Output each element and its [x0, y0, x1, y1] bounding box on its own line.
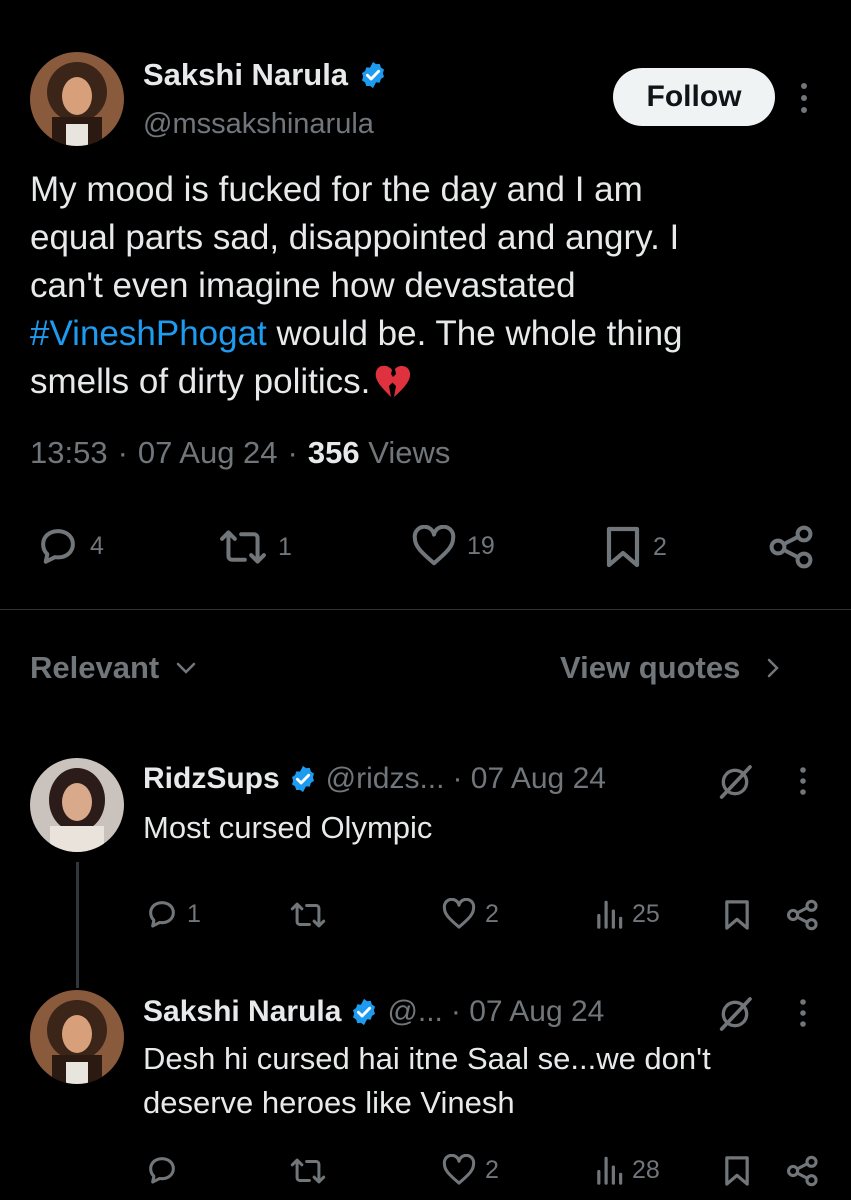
- like-button[interactable]: 19: [411, 525, 495, 567]
- tweet-date[interactable]: 07 Aug 24: [138, 435, 278, 471]
- analytics-icon: [597, 1156, 623, 1185]
- reply-icon: [149, 1157, 175, 1184]
- bookmark-button[interactable]: 2: [603, 525, 667, 569]
- share-icon: [769, 525, 813, 569]
- views-count: 25: [632, 899, 660, 928]
- reply-handle[interactable]: @...: [387, 995, 442, 1029]
- relevant-label: Relevant: [30, 650, 160, 685]
- heart-icon: [442, 1154, 476, 1185]
- tweet-line: #VineshPhogat would be. The whole thing: [30, 310, 830, 358]
- verified-badge-icon: [362, 61, 385, 89]
- reply-line: Desh hi cursed hai itne Saal se...we don…: [143, 1041, 711, 1076]
- tweet-body: My mood is fucked for the day and I am e…: [30, 166, 830, 406]
- bookmark-icon: [725, 900, 749, 930]
- analytics-icon: [597, 900, 623, 929]
- like-count: 2: [485, 1155, 499, 1184]
- tweet-line: smells of dirty politics.: [30, 358, 830, 406]
- like-button[interactable]: 2: [441, 898, 499, 930]
- share-button[interactable]: [768, 524, 816, 575]
- like-count: 2: [485, 899, 499, 928]
- more-options-icon[interactable]: [796, 998, 810, 1033]
- reply-author-name[interactable]: Sakshi Narula: [143, 995, 341, 1029]
- divider: [0, 609, 851, 610]
- reply-handle[interactable]: @ridzs...: [326, 762, 445, 796]
- bookmark-button[interactable]: [722, 1155, 752, 1192]
- reply-count: 1: [187, 899, 201, 928]
- chevron-down-icon: [176, 662, 196, 674]
- author-name[interactable]: Sakshi Narula: [143, 57, 348, 93]
- heart-icon: [412, 525, 456, 566]
- views-button[interactable]: 25: [594, 898, 660, 930]
- reply-date[interactable]: · 07 Aug 24: [452, 762, 605, 796]
- repost-button[interactable]: [288, 900, 328, 930]
- view-quotes-label: View quotes: [560, 650, 741, 685]
- verified-badge-icon: [353, 998, 376, 1026]
- avatar[interactable]: [30, 990, 124, 1084]
- bookmark-count: 2: [653, 532, 667, 561]
- bookmark-icon: [725, 1156, 749, 1186]
- reply-count: 4: [90, 531, 104, 560]
- repost-icon: [290, 902, 326, 928]
- repost-button[interactable]: [288, 1156, 328, 1186]
- like-button[interactable]: 2: [441, 1154, 499, 1186]
- share-icon: [786, 899, 818, 931]
- hashtag-link[interactable]: #VineshPhogat: [30, 314, 267, 353]
- meta-separator: ·: [117, 435, 128, 470]
- tweet-time[interactable]: 13:53: [30, 435, 108, 471]
- grok-icon[interactable]: [714, 762, 756, 807]
- reply-author-name[interactable]: RidzSups: [143, 762, 280, 796]
- repost-icon: [220, 530, 266, 564]
- broken-heart-icon: [376, 365, 411, 397]
- reply-button[interactable]: [145, 1154, 179, 1186]
- more-options-icon[interactable]: [796, 766, 810, 801]
- reply-button[interactable]: 4: [36, 525, 104, 567]
- avatar-photo: [30, 52, 124, 146]
- avatar-photo: [30, 758, 124, 852]
- thread-line: [76, 862, 79, 988]
- reply-icon: [149, 901, 175, 928]
- share-button[interactable]: [786, 1154, 820, 1193]
- share-icon: [786, 1155, 818, 1187]
- repost-icon: [290, 1158, 326, 1184]
- share-button[interactable]: [786, 898, 820, 937]
- grok-icon[interactable]: [714, 994, 756, 1039]
- reply-line: deserve heroes like Vinesh: [143, 1085, 515, 1120]
- verified-badge-icon: [291, 765, 314, 793]
- tweet-line: can't even imagine how devastated: [30, 266, 576, 305]
- views-count: 28: [632, 1155, 660, 1184]
- tweet-meta: 13:53 · 07 Aug 24 · 356 Views: [30, 435, 450, 471]
- tweet-line: equal parts sad, disappointed and angry.…: [30, 218, 680, 257]
- repost-button[interactable]: 1: [218, 527, 292, 567]
- more-options-icon[interactable]: [796, 82, 812, 114]
- reply-header: Sakshi Narula @... · 07 Aug 24: [143, 995, 604, 1029]
- avatar[interactable]: [30, 52, 124, 146]
- view-quotes-link[interactable]: View quotes: [560, 650, 780, 686]
- reply-body: Most cursed Olympic: [143, 810, 433, 845]
- avatar[interactable]: [30, 758, 124, 852]
- reply-icon: [41, 529, 75, 564]
- heart-icon: [442, 898, 476, 929]
- author-handle[interactable]: @mssakshinarula: [143, 108, 374, 141]
- tweet-line: My mood is fucked for the day and I am: [30, 170, 643, 209]
- reply-date[interactable]: · 07 Aug 24: [451, 995, 604, 1029]
- views-label: Views: [368, 435, 451, 470]
- reply-header: RidzSups @ridzs... · 07 Aug 24: [143, 762, 606, 796]
- meta-separator: ·: [287, 435, 298, 470]
- reply-body: Desh hi cursed hai itne Saal se...we don…: [143, 1037, 833, 1125]
- views-count: 356: [307, 435, 360, 470]
- bookmark-icon: [606, 526, 640, 568]
- relevance-sort-dropdown[interactable]: Relevant: [30, 650, 197, 686]
- bookmark-button[interactable]: [722, 899, 752, 936]
- chevron-right-icon: [768, 658, 780, 678]
- reply-button[interactable]: 1: [145, 898, 201, 930]
- views-button[interactable]: 28: [594, 1154, 660, 1186]
- repost-count: 1: [278, 532, 292, 561]
- follow-button[interactable]: Follow: [613, 68, 775, 126]
- tweet-text-fragment: would be. The whole thing: [266, 314, 683, 353]
- like-count: 19: [467, 531, 495, 560]
- avatar-photo: [30, 990, 124, 1084]
- tweet-text-fragment: smells of dirty politics.: [30, 362, 371, 401]
